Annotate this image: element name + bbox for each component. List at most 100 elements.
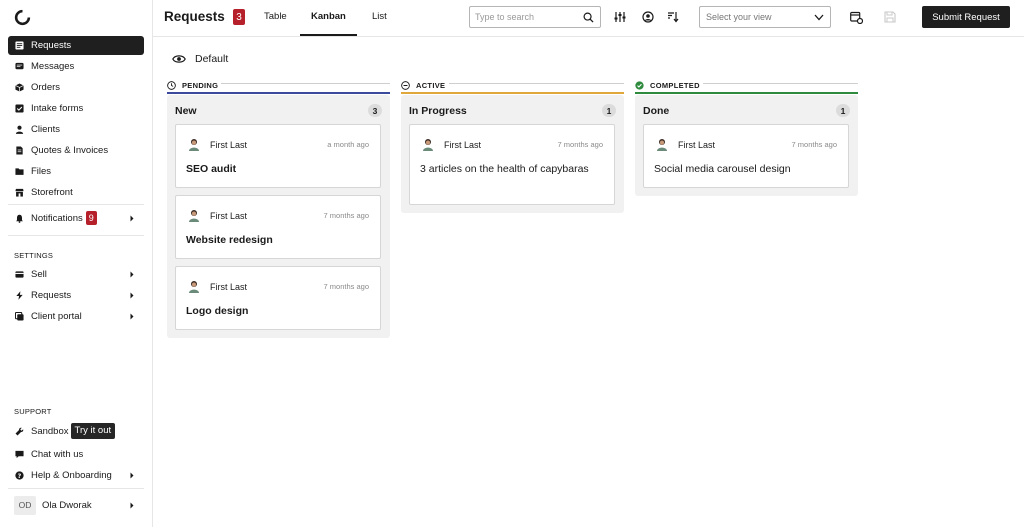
store-icon xyxy=(15,188,24,197)
tab-kanban[interactable]: Kanban xyxy=(311,11,346,22)
kanban-column-in-progress: In Progress 1 First Last 7 months ago 3 … xyxy=(401,95,624,213)
bolt-icon xyxy=(15,291,24,300)
request-card[interactable]: First Last 7 months ago Logo design xyxy=(175,266,381,330)
submit-request-button[interactable]: Submit Request xyxy=(922,6,1010,28)
eye-icon xyxy=(172,55,186,63)
person-icon xyxy=(15,125,24,134)
logo-ring-icon[interactable] xyxy=(14,9,31,26)
card-icon xyxy=(15,270,24,279)
card-timestamp: 7 months ago xyxy=(323,211,369,220)
column-status-label: COMPLETED xyxy=(650,80,700,90)
view-select-dropdown[interactable]: Select your view xyxy=(699,6,831,28)
tab-list[interactable]: List xyxy=(372,11,387,22)
sidebar-item-intake-forms[interactable]: Intake forms xyxy=(8,99,144,118)
user-menu[interactable]: OD Ola Dworak xyxy=(8,494,144,516)
notification-count-badge: 9 xyxy=(85,211,97,225)
requests-count-badge: 3 xyxy=(233,9,245,25)
sidebar-item-label: Intake forms xyxy=(31,103,84,114)
column-title: In Progress xyxy=(409,105,467,117)
card-timestamp: 7 months ago xyxy=(557,140,603,149)
card-timestamp: 7 months ago xyxy=(323,282,369,291)
view-selector-default[interactable]: Default xyxy=(172,53,228,65)
avatar: OD xyxy=(14,495,36,515)
column-status-underline xyxy=(401,92,624,94)
card-title: Logo design xyxy=(186,305,249,317)
sidebar-item-client-portal[interactable]: Client portal xyxy=(8,307,144,326)
sidebar-item-requests[interactable]: Requests xyxy=(8,36,144,55)
sidebar-item-sell[interactable]: Sell xyxy=(8,265,144,284)
question-icon: ? xyxy=(15,471,24,480)
sidebar-item-label: Messages xyxy=(31,61,75,72)
sidebar-item-requests-settings[interactable]: Requests xyxy=(8,286,144,305)
search-input[interactable]: Type to search xyxy=(469,6,601,28)
column-title: Done xyxy=(643,105,670,117)
sort-icon[interactable] xyxy=(667,11,679,23)
column-header-line xyxy=(703,83,858,84)
try-it-out-tag[interactable]: Try it out xyxy=(70,423,116,439)
sidebar: Requests Messages Orders Intake forms Cl… xyxy=(0,0,153,527)
request-card[interactable]: First Last 7 months ago Website redesign xyxy=(175,195,381,259)
sidebar-item-label: Client portal xyxy=(31,311,82,322)
chevron-down-icon xyxy=(814,14,824,21)
column-count-badge: 1 xyxy=(602,104,616,117)
chat-bubble-icon xyxy=(15,62,24,71)
column-header-pending: PENDING xyxy=(167,76,390,94)
view-select-placeholder: Select your view xyxy=(706,12,772,22)
avatar xyxy=(423,139,433,151)
search-placeholder: Type to search xyxy=(475,12,535,22)
portal-icon xyxy=(15,312,24,321)
divider xyxy=(8,204,144,205)
sidebar-item-label: Files xyxy=(31,166,52,177)
card-author: First Last xyxy=(422,138,481,151)
author-name: First Last xyxy=(210,281,248,292)
author-name: First Last xyxy=(444,139,482,150)
sidebar-item-sandbox[interactable]: Sandbox Try it out xyxy=(8,421,144,441)
divider xyxy=(8,488,144,489)
sidebar-item-label: Notifications xyxy=(31,212,83,224)
support-section-label: SUPPORT xyxy=(14,407,52,416)
filter-sliders-icon[interactable] xyxy=(614,11,626,23)
column-header-active: ACTIVE xyxy=(401,76,624,94)
chevron-right-icon xyxy=(130,215,134,222)
checkbox-icon xyxy=(15,104,24,113)
minus-circle-icon xyxy=(401,80,410,90)
card-title: Website redesign xyxy=(186,234,273,246)
column-header-completed: COMPLETED xyxy=(635,76,858,94)
wrench-icon xyxy=(15,427,24,436)
request-card[interactable]: First Last a month ago SEO audit xyxy=(175,124,381,188)
sidebar-item-chat-with-us[interactable]: Chat with us xyxy=(8,445,144,464)
sidebar-item-help-onboarding[interactable]: ? Help & Onboarding xyxy=(8,466,144,485)
sidebar-item-storefront[interactable]: Storefront xyxy=(8,183,144,202)
author-name: First Last xyxy=(210,139,248,150)
column-status-underline xyxy=(167,92,390,94)
search-icon[interactable] xyxy=(583,12,594,23)
request-card[interactable]: First Last 7 months ago Social media car… xyxy=(643,124,849,188)
sidebar-item-label: Requests xyxy=(31,290,72,301)
calendar-settings-icon[interactable] xyxy=(850,11,863,24)
sidebar-item-files[interactable]: Files xyxy=(8,162,144,181)
sidebar-item-messages[interactable]: Messages xyxy=(8,57,144,76)
sidebar-item-notifications[interactable]: Notifications 9 xyxy=(8,208,144,228)
user-circle-icon[interactable] xyxy=(642,11,654,23)
avatar xyxy=(189,281,199,293)
column-count-badge: 3 xyxy=(368,104,382,117)
sidebar-item-clients[interactable]: Clients xyxy=(8,120,144,139)
tab-table[interactable]: Table xyxy=(264,11,287,22)
sidebar-item-label: Storefront xyxy=(31,187,73,198)
sidebar-item-label: Orders xyxy=(31,82,61,93)
document-icon xyxy=(15,146,24,155)
active-tab-indicator xyxy=(300,34,357,36)
check-circle-icon xyxy=(635,80,644,90)
author-name: First Last xyxy=(210,210,248,221)
chevron-right-icon xyxy=(130,502,134,509)
bell-icon xyxy=(15,214,24,223)
sidebar-item-label: Chat with us xyxy=(31,449,84,460)
sidebar-item-label: Requests xyxy=(31,40,72,51)
sidebar-item-label: Quotes & Invoices xyxy=(31,145,109,156)
sidebar-item-orders[interactable]: Orders xyxy=(8,78,144,97)
request-card[interactable]: First Last 7 months ago 3 articles on th… xyxy=(409,124,615,205)
card-title: SEO audit xyxy=(186,163,237,175)
divider xyxy=(8,235,144,236)
card-timestamp: 7 months ago xyxy=(791,140,837,149)
sidebar-item-quotes-invoices[interactable]: Quotes & Invoices xyxy=(8,141,144,160)
